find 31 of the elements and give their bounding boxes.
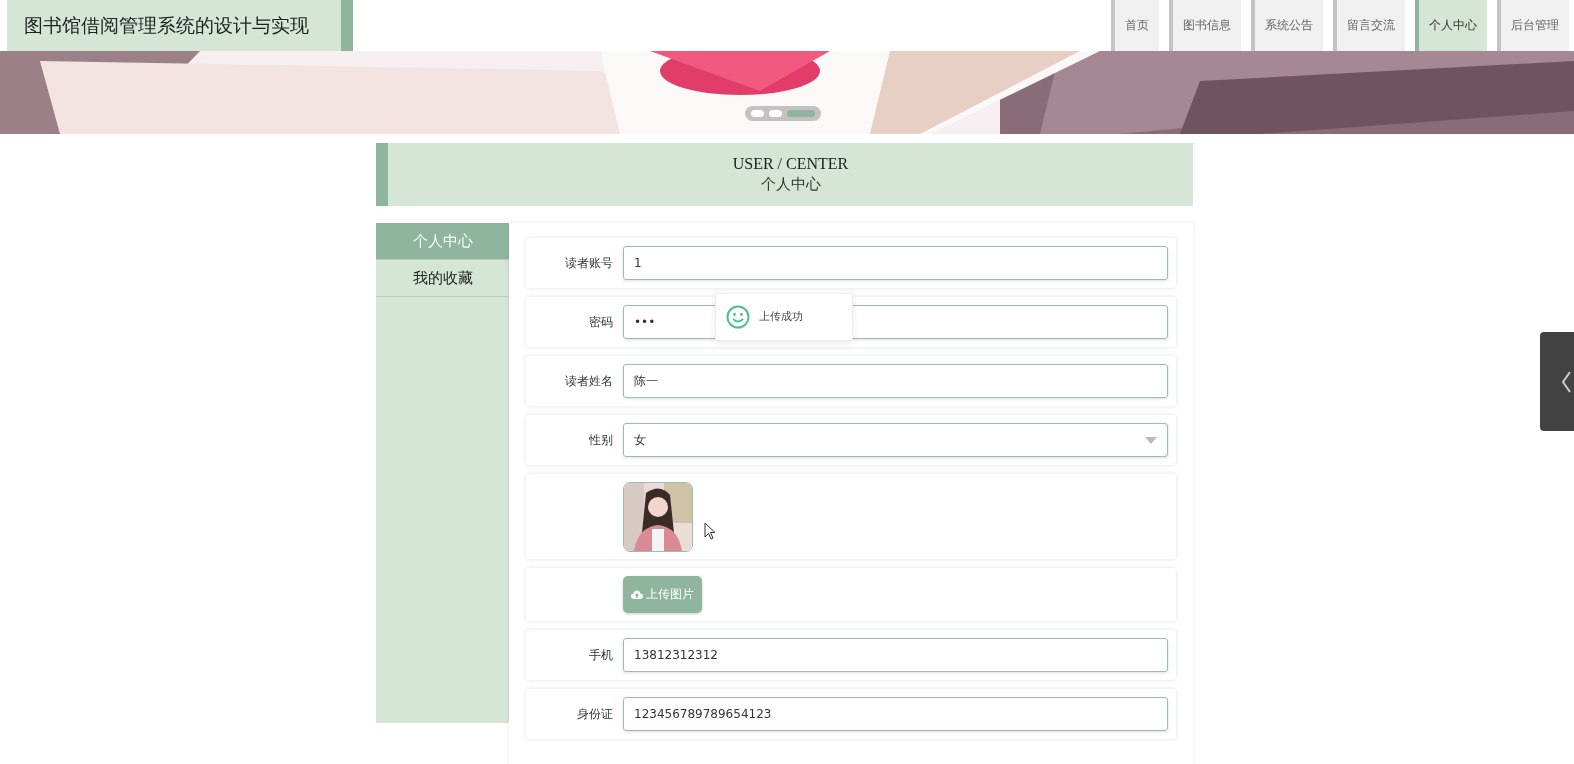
smiley-icon xyxy=(726,305,750,329)
input-field[interactable]: 1 xyxy=(623,246,1168,280)
input-field[interactable]: 123456789789654123 xyxy=(623,697,1168,731)
carousel-indicator[interactable] xyxy=(787,110,815,117)
section-title-english: USER / CENTER xyxy=(732,155,849,173)
sidebar-item[interactable]: 我的收藏 xyxy=(376,260,509,297)
nav-tab[interactable]: 后台管理 xyxy=(1497,0,1569,51)
caret-icon xyxy=(1145,436,1157,444)
nav-tab[interactable]: 个人中心 xyxy=(1415,0,1487,51)
carousel-indicator[interactable] xyxy=(769,110,782,117)
field-label: 手机 xyxy=(588,647,614,663)
section-title-chinese: 个人中心 xyxy=(760,175,821,194)
input-field[interactable]: 13812312312 xyxy=(623,638,1168,672)
carousel-indicator[interactable] xyxy=(751,110,764,117)
field-label: 身份证 xyxy=(576,706,614,722)
nav-tab[interactable]: 留言交流 xyxy=(1333,0,1405,51)
field-label: 性别 xyxy=(588,432,614,448)
nav-tab[interactable]: 图书信息 xyxy=(1169,0,1241,51)
site-title: 图书馆借阅管理系统的设计与实现 xyxy=(7,0,353,51)
nav-tab[interactable]: 首页 xyxy=(1111,0,1159,51)
field-label: 读者姓名 xyxy=(564,373,614,389)
cloud-upload-icon xyxy=(631,590,643,599)
toast-text: 上传成功 xyxy=(759,310,803,324)
input-field[interactable]: 陈一 xyxy=(623,364,1168,398)
field-label: 密码 xyxy=(588,314,614,330)
side-toggle-button[interactable] xyxy=(1540,332,1574,431)
field-label: 读者账号 xyxy=(564,255,614,271)
select-field[interactable]: 女 xyxy=(623,423,1168,457)
chevron-left-icon xyxy=(1561,370,1571,393)
cursor-icon xyxy=(704,521,716,540)
nav-tab[interactable]: 系统公告 xyxy=(1251,0,1323,51)
